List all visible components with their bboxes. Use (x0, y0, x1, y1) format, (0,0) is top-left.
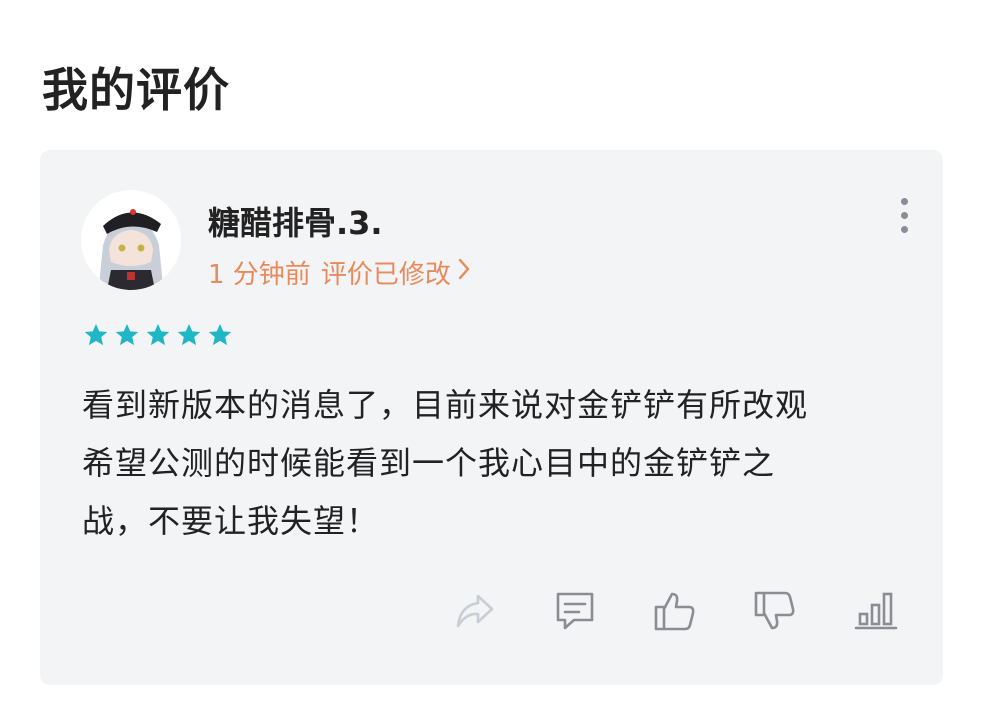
review-text-line: 希望公测的时候能看到一个我心目中的金铲铲之 (82, 444, 776, 482)
star-icon (84, 323, 108, 346)
edited-label: 评价已修改 (320, 260, 451, 290)
chevron-right-icon (455, 256, 473, 289)
user-name[interactable]: 糖醋排骨.3. (208, 198, 383, 244)
stats-icon[interactable] (852, 588, 898, 634)
review-card: 糖醋排骨.3. 1 分钟前 评价已修改 看到新版本的消息了，目前来说对金铲铲有所… (40, 150, 943, 685)
more-vertical-icon[interactable] (892, 198, 916, 238)
share-icon[interactable] (452, 588, 498, 634)
thumbs-down-icon[interactable] (752, 588, 798, 634)
star-icon (146, 323, 170, 346)
review-text-line: 战，不要让我失望！ (82, 502, 380, 540)
thumbs-up-icon[interactable] (652, 588, 698, 634)
page-title: 我的评价 (42, 63, 230, 117)
rating-stars (83, 322, 233, 348)
time-ago: 1 分钟前 (208, 260, 311, 290)
review-text-line: 看到新版本的消息了，目前来说对金铲铲有所改观 (82, 386, 809, 424)
avatar-image (81, 190, 181, 290)
review-meta[interactable]: 1 分钟前 评价已修改 (208, 254, 473, 291)
star-icon (177, 323, 201, 346)
star-icon (208, 323, 232, 346)
review-text: 看到新版本的消息了，目前来说对金铲铲有所改观 希望公测的时候能看到一个我心目中的… (82, 376, 902, 550)
comment-icon[interactable] (552, 588, 598, 634)
review-actions (40, 588, 943, 638)
star-icon (115, 323, 139, 346)
avatar[interactable] (81, 190, 181, 290)
